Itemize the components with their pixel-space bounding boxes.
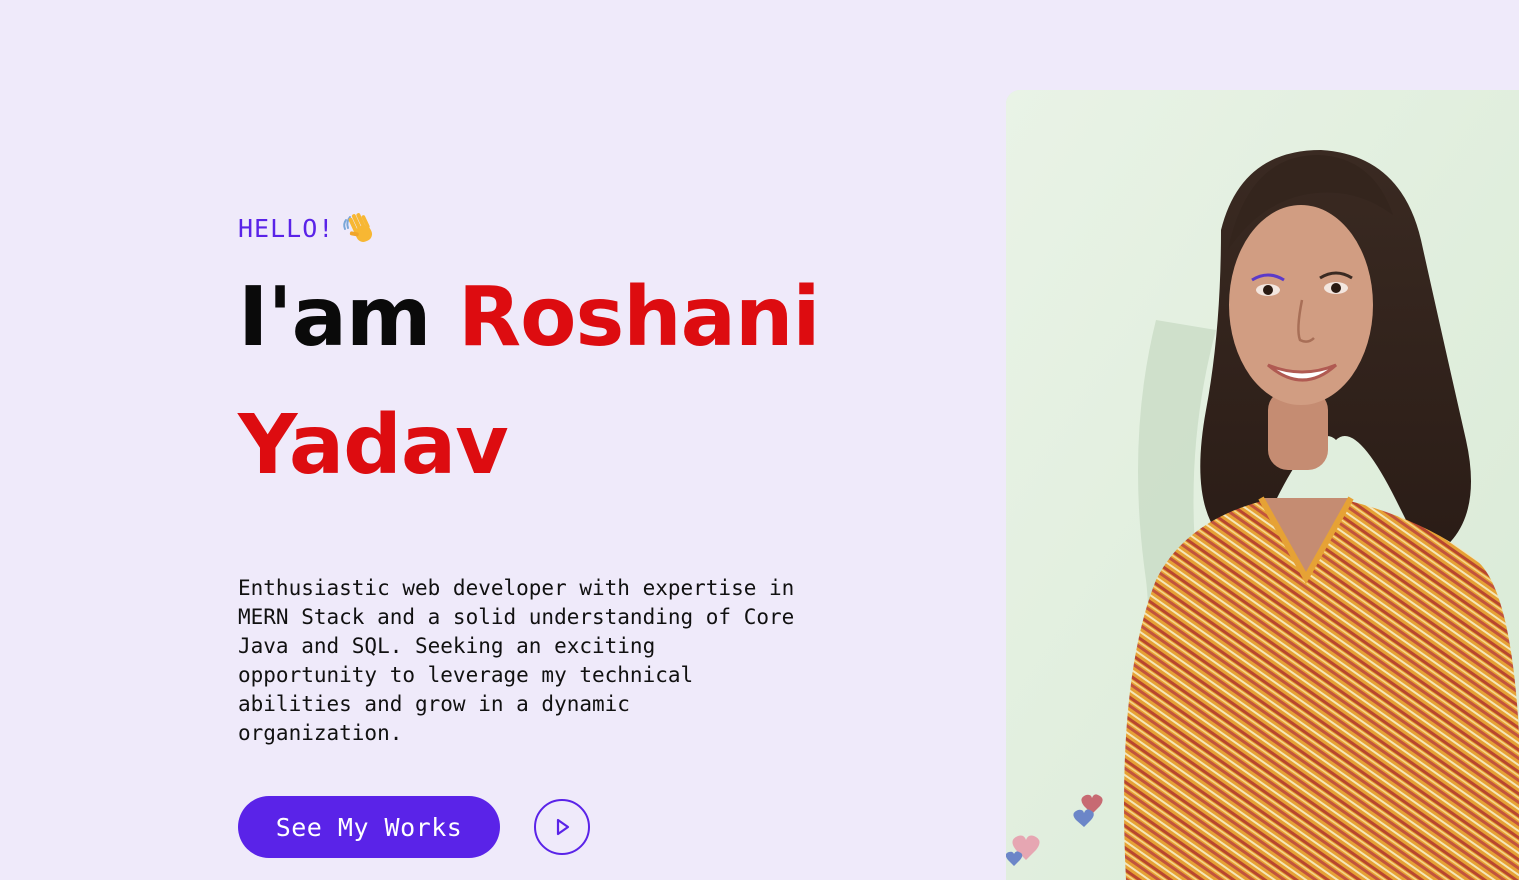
greeting: HELLO! bbox=[238, 208, 858, 248]
see-my-works-button[interactable]: See My Works bbox=[238, 796, 500, 858]
waving-hand-icon bbox=[340, 208, 380, 248]
headline-first-name: Roshani bbox=[457, 270, 820, 365]
hero-section: HELLO! I'am Roshani Yadav Enthusiastic w… bbox=[238, 208, 858, 858]
headline-prefix: I'am bbox=[238, 270, 431, 365]
play-icon bbox=[556, 818, 570, 836]
portrait-photo bbox=[1006, 90, 1519, 880]
play-button[interactable] bbox=[534, 799, 590, 855]
headline-last-name: Yadav bbox=[238, 398, 509, 493]
greeting-text: HELLO! bbox=[238, 213, 335, 243]
cta-row: See My Works bbox=[238, 796, 858, 858]
headline: I'am Roshani Yadav bbox=[238, 254, 858, 510]
bio-text: Enthusiastic web developer with expertis… bbox=[238, 576, 795, 745]
